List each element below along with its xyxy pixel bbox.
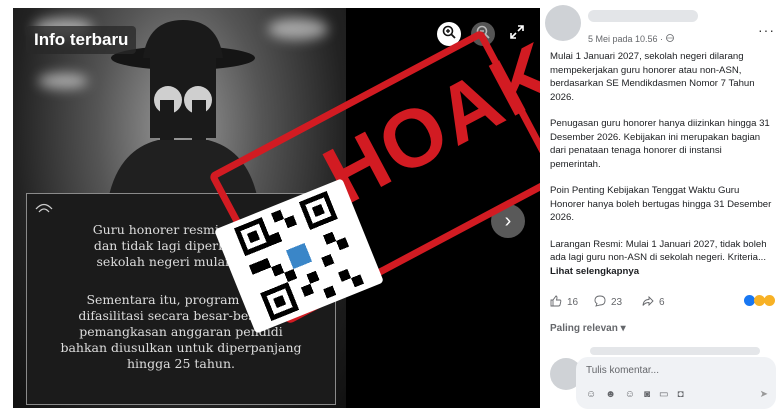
comment-count: 23 xyxy=(611,297,623,308)
overlay-line: bahkan diusulkan untuk diperpanjang xyxy=(60,340,302,355)
comment-button[interactable]: 23 xyxy=(594,295,622,310)
share-icon xyxy=(642,295,654,310)
comment-input[interactable]: Tulis komentar... ☺ ☻ ☺ ◙ ▭ ◘ ➤ xyxy=(576,357,776,409)
comment-placeholder: Tulis komentar... xyxy=(586,365,659,376)
author-name-blurred[interactable] xyxy=(588,10,698,22)
sort-label: Paling relevan xyxy=(550,323,618,334)
comment-tools: ☺ ☻ ☺ ◙ ▭ ◘ xyxy=(586,389,684,400)
more-icon: ··· xyxy=(758,22,775,38)
overlay-line: pemangkasan anggaran pendidi xyxy=(79,324,283,339)
share-button[interactable]: 6 xyxy=(642,295,665,310)
smiley-icon[interactable]: ☺ xyxy=(625,389,635,400)
gif-icon[interactable]: ▭ xyxy=(659,389,668,400)
emoji-icon[interactable]: ☻ xyxy=(605,389,616,400)
globe-icon xyxy=(665,34,674,44)
post-panel: 5 Mei pada 10.56 · ··· Mulai 1 Januari 2… xyxy=(540,0,780,412)
comment-icon xyxy=(594,295,606,310)
comment-sort-dropdown[interactable]: Paling relevan ▾ xyxy=(550,323,626,334)
comment-placeholder-blur xyxy=(590,347,760,355)
thumbs-up-icon xyxy=(550,295,562,310)
share-count: 6 xyxy=(659,297,665,308)
avatar[interactable] xyxy=(545,5,581,41)
like-button[interactable]: 16 xyxy=(550,295,578,310)
post-meta: 5 Mei pada 10.56 · xyxy=(588,34,674,44)
light-flare xyxy=(38,73,88,89)
sticker-icon[interactable]: ◘ xyxy=(677,389,683,400)
camera-icon[interactable]: ◙ xyxy=(644,389,650,400)
post-timestamp[interactable]: 5 Mei pada 10.56 · xyxy=(588,34,666,44)
reaction-emoji-stack[interactable] xyxy=(744,295,775,306)
light-flare xyxy=(268,18,328,40)
reaction-bar: 16 23 6 xyxy=(548,295,780,311)
screenshot-frame: Info terbaru Guru honorer resmi akan di … xyxy=(0,0,780,412)
info-badge: Info terbaru xyxy=(26,26,137,54)
caret-down-icon: ▾ xyxy=(620,323,626,334)
send-icon[interactable]: ➤ xyxy=(760,389,768,400)
avatar-sticker-icon[interactable]: ☺ xyxy=(586,389,596,400)
see-more-link[interactable]: Lihat selengkapnya xyxy=(550,266,639,277)
chevron-right-icon: › xyxy=(504,209,512,232)
post-last-text: Larangan Resmi: Mulai 1 Januari 2027, ti… xyxy=(550,238,767,264)
post-body: Mulai 1 Januari 2027, sekolah negeri dil… xyxy=(550,50,775,291)
wow-reaction-icon xyxy=(764,295,775,306)
post-paragraph: Larangan Resmi: Mulai 1 Januari 2027, ti… xyxy=(550,238,775,279)
post-paragraph: Penugasan guru honorer hanya diizinkan h… xyxy=(550,118,770,170)
overlay-line: hingga 25 tahun. xyxy=(126,356,235,371)
like-count: 16 xyxy=(567,297,579,308)
post-paragraph: Poin Penting Kebijakan Tenggat Waktu Gur… xyxy=(550,185,772,223)
zoom-in-icon xyxy=(442,25,456,44)
logo-icon xyxy=(35,202,53,220)
more-options-button[interactable]: ··· xyxy=(758,22,775,38)
post-paragraph: Mulai 1 Januari 2027, sekolah negeri dil… xyxy=(550,51,755,103)
